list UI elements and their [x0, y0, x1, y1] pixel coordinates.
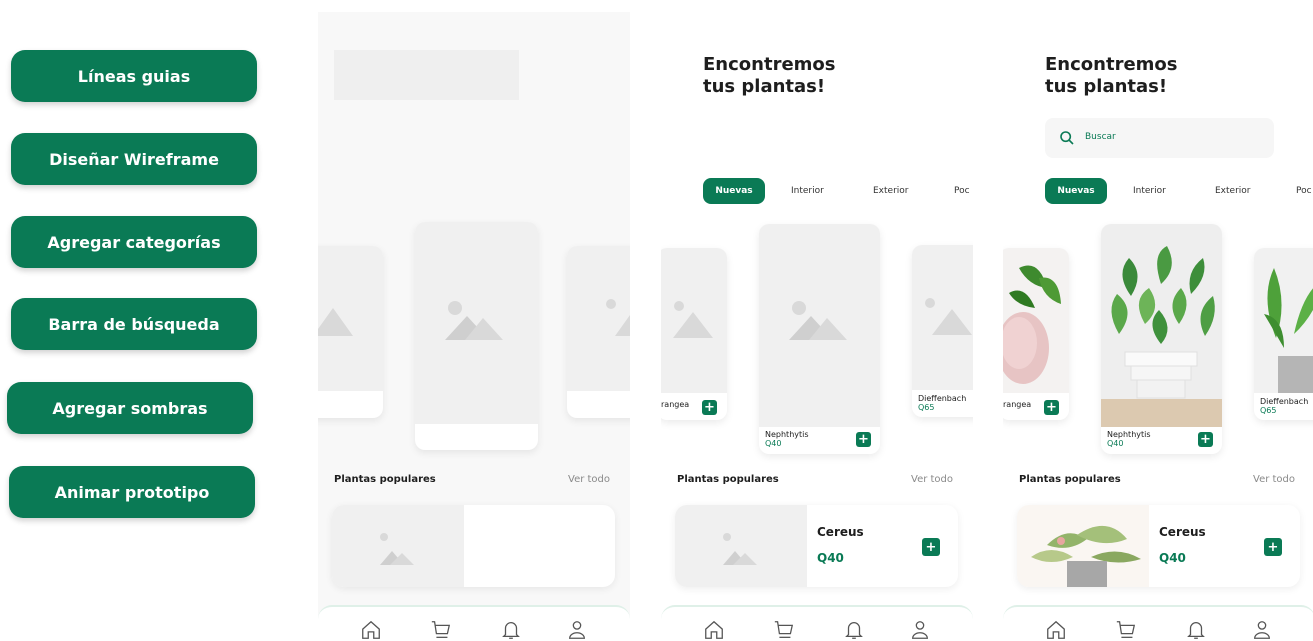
tab-nuevas[interactable]: Nuevas [1045, 178, 1107, 204]
step-agregar-sombras-button[interactable]: Agregar sombras [7, 382, 253, 434]
image-icon [380, 533, 414, 565]
step-agregar-categorias-button[interactable]: Agregar categorías [11, 216, 257, 268]
user-icon[interactable] [566, 619, 588, 641]
popular-price: Q40 [1159, 551, 1186, 565]
plant-price: Q40 [765, 439, 782, 448]
image-placeholder [567, 246, 630, 391]
plant-card-left[interactable] [318, 246, 383, 418]
plant-photo [1254, 248, 1313, 393]
image-placeholder [415, 222, 538, 424]
plant-card-right[interactable]: Dieffenbach Q65 [912, 245, 973, 417]
popular-name: Cereus [1159, 525, 1206, 539]
page-title: Encontremos tus plantas! [703, 54, 836, 97]
plant-card-left[interactable]: rangea + [661, 248, 727, 420]
user-icon[interactable] [1251, 619, 1273, 641]
see-all-link[interactable]: Ver todo [1253, 474, 1295, 485]
bottom-nav [1003, 605, 1313, 641]
plant-photo [1017, 505, 1149, 587]
see-all-link[interactable]: Ver todo [568, 474, 610, 485]
category-tabs: Nuevas Interior Exterior Poc [703, 178, 973, 204]
plant-price: Q65 [1260, 406, 1277, 415]
add-popular-button[interactable]: + [922, 538, 940, 556]
plant-price: Q40 [1107, 439, 1124, 448]
plant-name: Dieffenbach [918, 394, 967, 403]
add-plant-button[interactable]: + [1198, 432, 1213, 447]
bell-icon[interactable] [843, 619, 865, 641]
popular-name: Cereus [817, 525, 864, 539]
image-icon [445, 301, 503, 340]
popular-title: Plantas populares [677, 474, 779, 485]
tab-interior[interactable]: Interior [791, 178, 824, 204]
search-bar[interactable]: Buscar [1045, 118, 1274, 158]
home-icon[interactable] [360, 619, 382, 641]
popular-title: Plantas populares [334, 474, 436, 485]
popular-card[interactable] [332, 505, 615, 587]
image-icon [606, 299, 630, 336]
bell-icon[interactable] [500, 619, 522, 641]
phone-wireframe-basic: Plantas populares Ver todo [318, 12, 630, 641]
title-placeholder [334, 50, 519, 100]
image-placeholder [675, 505, 807, 587]
add-plant-button[interactable]: + [1044, 400, 1059, 415]
add-plant-button[interactable]: + [702, 400, 717, 415]
step-animar-prototipo-button[interactable]: Animar prototipo [9, 466, 255, 518]
add-popular-button[interactable]: + [1264, 538, 1282, 556]
image-placeholder [759, 224, 880, 427]
step-barra-busqueda-button[interactable]: Barra de búsqueda [11, 298, 257, 350]
plant-card-center[interactable] [415, 222, 538, 450]
tab-poc[interactable]: Poc [1296, 178, 1312, 204]
bottom-nav [318, 605, 630, 641]
add-plant-button[interactable]: + [856, 432, 871, 447]
image-icon [925, 298, 972, 335]
image-placeholder [318, 246, 383, 391]
tab-exterior[interactable]: Exterior [873, 178, 909, 204]
plant-name: Nephthytis [765, 430, 809, 439]
plant-photo [1003, 248, 1069, 393]
search-input[interactable]: Buscar [1085, 132, 1116, 142]
popular-price: Q40 [817, 551, 844, 565]
popular-title: Plantas populares [1019, 474, 1121, 485]
tab-poc[interactable]: Poc [954, 178, 970, 204]
phone-wireframe-categories: Encontremos tus plantas! Nuevas Interior … [661, 12, 973, 641]
see-all-link[interactable]: Ver todo [911, 474, 953, 485]
plant-name: rangea [661, 400, 690, 409]
plant-card-center[interactable]: Nephthytis Q40 + [1101, 224, 1222, 454]
step-lineas-guias-button[interactable]: Líneas guias [11, 50, 257, 102]
tab-nuevas[interactable]: Nuevas [703, 178, 765, 204]
tab-exterior[interactable]: Exterior [1215, 178, 1251, 204]
bottom-nav [661, 605, 973, 641]
plant-photo [1101, 224, 1222, 427]
image-placeholder [332, 505, 464, 587]
plant-name: rangea [1003, 400, 1032, 409]
cart-icon[interactable] [430, 619, 452, 641]
plant-card-left[interactable]: rangea + [1003, 248, 1069, 420]
user-icon[interactable] [909, 619, 931, 641]
cart-icon[interactable] [1115, 619, 1137, 641]
popular-card[interactable]: Cereus Q40 + [675, 505, 958, 587]
plant-card-right[interactable] [567, 246, 630, 418]
image-placeholder [661, 248, 727, 393]
plant-price: Q65 [918, 403, 935, 412]
cart-icon[interactable] [773, 619, 795, 641]
bell-icon[interactable] [1185, 619, 1207, 641]
category-tabs: Nuevas Interior Exterior Poc [1045, 178, 1313, 204]
image-placeholder [912, 245, 973, 390]
image-icon [673, 301, 713, 338]
plant-card-right[interactable]: Dieffenbach Q65 [1254, 248, 1313, 420]
plant-name: Nephthytis [1107, 430, 1151, 439]
image-icon [723, 533, 757, 565]
search-icon [1060, 131, 1074, 145]
home-icon[interactable] [1045, 619, 1067, 641]
tab-interior[interactable]: Interior [1133, 178, 1166, 204]
page-title: Encontremos tus plantas! [1045, 54, 1178, 97]
step-disenar-wireframe-button[interactable]: Diseñar Wireframe [11, 133, 257, 185]
image-icon [318, 308, 353, 336]
plant-name: Dieffenbach [1260, 397, 1309, 406]
image-icon [789, 301, 847, 340]
phone-final-design: Encontremos tus plantas! Buscar Nuevas In… [1003, 12, 1313, 641]
plant-card-center[interactable]: Nephthytis Q40 + [759, 224, 880, 454]
home-icon[interactable] [703, 619, 725, 641]
popular-card[interactable]: Cereus Q40 + [1017, 505, 1300, 587]
